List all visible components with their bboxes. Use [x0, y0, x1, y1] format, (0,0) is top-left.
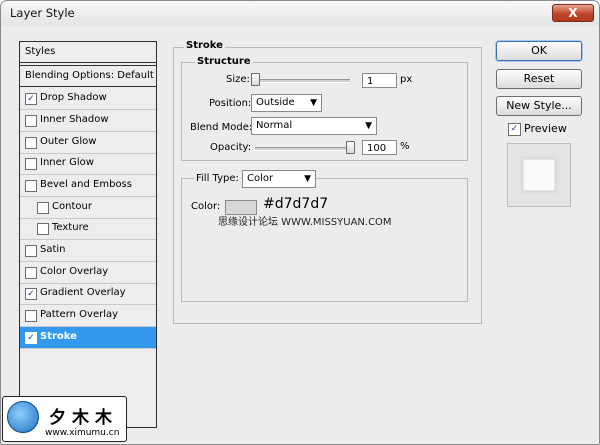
style-item-color-overlay[interactable]: Color Overlay: [20, 262, 156, 284]
preview-swatch: [523, 159, 555, 191]
style-item-satin[interactable]: Satin: [20, 240, 156, 262]
style-item-stroke[interactable]: ✓ Stroke: [20, 327, 156, 349]
site-logo: 夕木木 www.ximumu.cn: [2, 396, 127, 442]
style-item-inner-shadow[interactable]: Inner Shadow: [20, 110, 156, 132]
outer-glow-checkbox[interactable]: [25, 137, 37, 149]
chevron-down-icon: ▼: [310, 98, 317, 108]
opacity-label: Opacity:: [210, 142, 252, 153]
opacity-slider-thumb[interactable]: [346, 141, 355, 154]
size-slider-track[interactable]: [255, 79, 350, 83]
dialog-title: Layer Style: [10, 6, 75, 20]
style-item-texture[interactable]: Texture: [20, 218, 156, 240]
blend-mode-select[interactable]: Normal ▼: [251, 117, 377, 135]
size-unit: px: [400, 74, 413, 85]
logo-emblem-icon: [7, 401, 39, 433]
styles-header[interactable]: Styles: [20, 42, 156, 63]
new-style-button[interactable]: New Style...: [496, 96, 582, 116]
size-input[interactable]: 1: [362, 73, 397, 88]
fill-type-select[interactable]: Color ▼: [242, 170, 316, 188]
title-bar: Layer Style X: [1, 1, 599, 26]
chevron-down-icon: ▼: [365, 121, 372, 131]
preview-checkbox[interactable]: ✓: [508, 123, 521, 136]
structure-group-label: Structure: [195, 56, 253, 67]
texture-checkbox[interactable]: [37, 223, 49, 235]
opacity-slider-track[interactable]: [255, 147, 353, 151]
pattern-overlay-checkbox[interactable]: [25, 310, 37, 322]
drop-shadow-checkbox[interactable]: ✓: [25, 93, 37, 105]
ok-button[interactable]: OK: [496, 41, 582, 61]
opacity-unit: %: [400, 141, 410, 152]
logo-cn-text: 夕木木: [49, 408, 118, 428]
stroke-checkbox[interactable]: ✓: [25, 332, 37, 344]
position-label: Position:: [209, 98, 252, 109]
inner-shadow-checkbox[interactable]: [25, 115, 37, 127]
preview-label: Preview: [524, 122, 567, 135]
bevel-emboss-checkbox[interactable]: [25, 180, 37, 192]
blending-options-item[interactable]: Blending Options: Default: [20, 65, 156, 87]
satin-checkbox[interactable]: [25, 245, 37, 257]
contour-checkbox[interactable]: [37, 202, 49, 214]
reset-button[interactable]: Reset: [496, 69, 582, 89]
fill-type-label: Fill Type:: [194, 173, 241, 184]
styles-list: Styles Blending Options: Default ✓ Drop …: [19, 41, 157, 428]
color-label: Color:: [191, 201, 221, 212]
style-item-contour[interactable]: Contour: [20, 197, 156, 219]
size-slider-thumb[interactable]: [251, 73, 260, 86]
stroke-group-label: Stroke: [184, 40, 225, 51]
color-hex-annotation: #d7d7d7: [263, 196, 329, 212]
logo-url: www.ximumu.cn: [45, 428, 120, 438]
preview-thumbnail: [507, 143, 571, 207]
opacity-input[interactable]: 100: [362, 140, 397, 155]
style-item-pattern-overlay[interactable]: Pattern Overlay: [20, 305, 156, 327]
position-select[interactable]: Outside ▼: [251, 94, 322, 112]
watermark-text: 思缘设计论坛 WWW.MISSYUAN.COM: [218, 217, 392, 228]
style-item-outer-glow[interactable]: Outer Glow: [20, 132, 156, 154]
style-item-bevel-and-emboss[interactable]: Bevel and Emboss: [20, 175, 156, 197]
blend-mode-label: Blend Mode:: [190, 122, 253, 133]
style-item-drop-shadow[interactable]: ✓ Drop Shadow: [20, 88, 156, 110]
size-label: Size:: [226, 74, 250, 85]
style-item-gradient-overlay[interactable]: ✓ Gradient Overlay: [20, 283, 156, 305]
gradient-overlay-checkbox[interactable]: ✓: [25, 288, 37, 300]
chevron-down-icon: ▼: [304, 174, 311, 184]
close-button[interactable]: X: [552, 4, 594, 22]
color-overlay-checkbox[interactable]: [25, 267, 37, 279]
inner-glow-checkbox[interactable]: [25, 158, 37, 170]
style-item-inner-glow[interactable]: Inner Glow: [20, 153, 156, 175]
